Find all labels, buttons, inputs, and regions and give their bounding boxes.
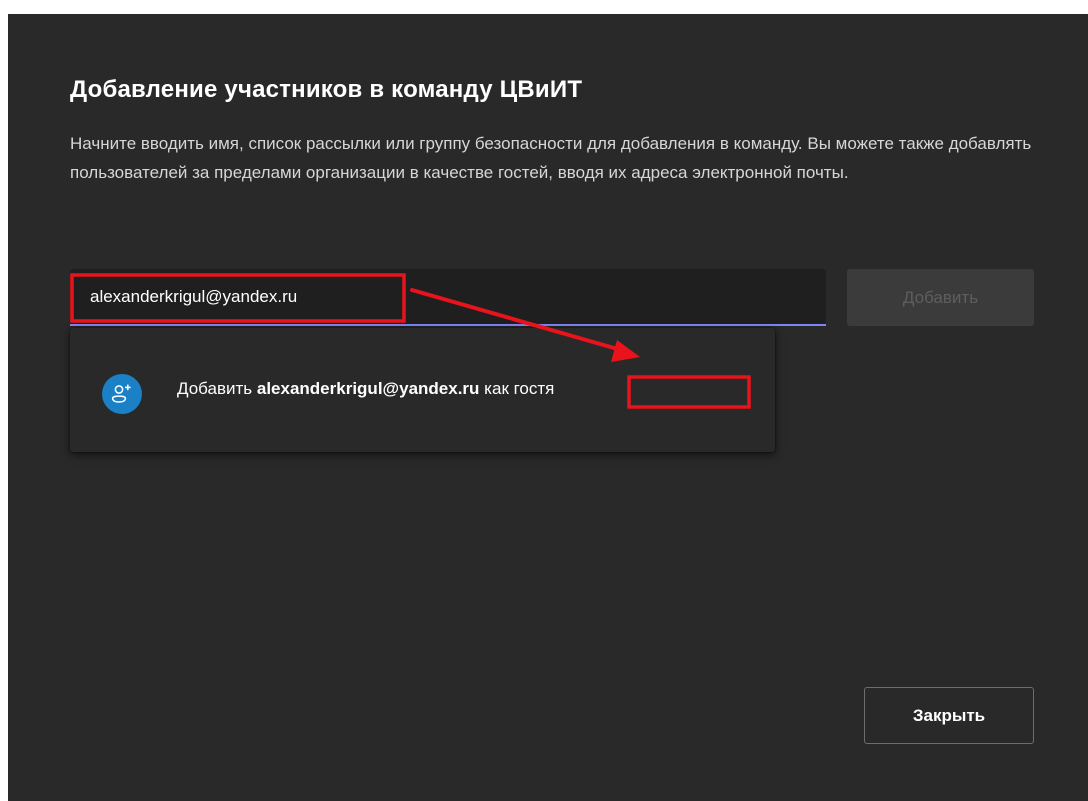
add-as-guest-option[interactable]: Добавить alexanderkrigul@yandex.ru как г… [70,328,775,452]
add-person-icon [102,374,142,414]
close-button[interactable]: Закрыть [864,687,1034,744]
member-search-field[interactable] [70,269,826,326]
suggestion-label: Добавить alexanderkrigul@yandex.ru как г… [177,379,554,399]
suggestion-email: alexanderkrigul@yandex.ru [256,379,480,398]
suggestion-suffix: как гостя [484,379,555,398]
member-search-input[interactable] [70,269,826,324]
suggestion-prefix: Добавить [177,379,253,398]
dialog-title: Добавление участников в команду ЦВиИТ [70,76,583,103]
dialog-description: Начните вводить имя, список рассылки или… [70,134,1032,182]
add-button[interactable]: Добавить [847,269,1034,326]
suggestion-dropdown: Добавить alexanderkrigul@yandex.ru как г… [70,328,775,452]
add-members-dialog: Добавление участников в команду ЦВиИТ На… [8,14,1088,801]
